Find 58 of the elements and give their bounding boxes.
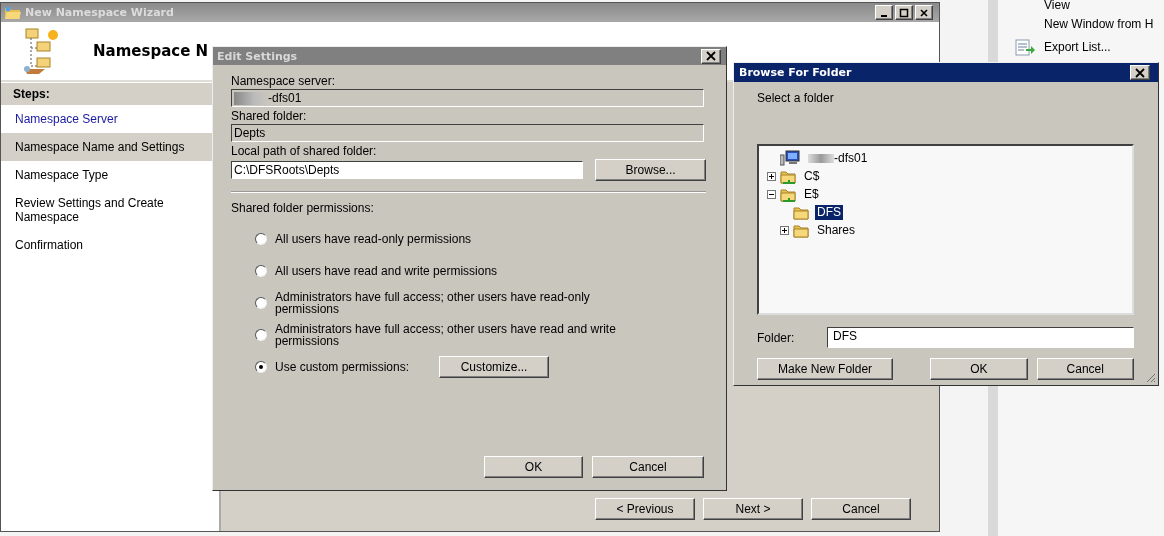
dialog-button[interactable]: Make New Folder	[757, 358, 894, 380]
close-button[interactable]	[701, 48, 721, 64]
close-icon	[706, 51, 716, 61]
radio-label: Use custom permissions:	[275, 361, 410, 373]
maximize-icon	[899, 7, 909, 18]
browse-button[interactable]: Browse...	[595, 159, 706, 181]
close-button[interactable]	[915, 5, 933, 20]
dialog-button[interactable]: Cancel	[592, 456, 704, 478]
resize-grip-icon	[1145, 372, 1156, 383]
close-icon	[1135, 67, 1145, 78]
maximize-button[interactable]	[895, 5, 913, 20]
expand-icon[interactable]	[767, 171, 776, 181]
collapse-icon[interactable]	[767, 189, 776, 199]
dialog-button[interactable]: OK	[484, 456, 583, 478]
page-heading: Namespace N	[93, 42, 209, 60]
minimize-icon	[881, 15, 887, 17]
tree-item[interactable]: Shares	[815, 222, 858, 238]
close-button[interactable]	[1130, 65, 1150, 80]
expand-icon[interactable]	[780, 225, 789, 235]
wizard-button[interactable]: Next >	[703, 498, 803, 520]
tree-item[interactable]: C$	[802, 168, 822, 184]
folders-icon	[4, 5, 22, 20]
dialog-button[interactable]: OK	[930, 358, 1028, 380]
field-label: Shared folder:	[231, 108, 308, 124]
radio-label: All users have read-only permissions	[275, 233, 473, 245]
close-icon	[919, 7, 929, 18]
field-label: Namespace server:	[231, 73, 337, 89]
radio-label: All users have read and write permissions	[275, 265, 499, 277]
tree-item[interactable]: E$	[802, 186, 821, 202]
computer-icon	[780, 150, 802, 166]
dialog-button[interactable]: Cancel	[1036, 358, 1134, 380]
radio-button[interactable]	[255, 233, 267, 245]
radio-button[interactable]	[255, 265, 267, 277]
radio-button[interactable]	[255, 329, 267, 341]
radio-label: Administrators have full access; other users have read-only permissions	[275, 291, 591, 315]
customize-button[interactable]: Customize...	[439, 356, 550, 378]
radio-button[interactable]	[255, 361, 267, 373]
tree-item[interactable]: -dfs01	[806, 150, 870, 166]
tree-item[interactable]: DFS	[815, 204, 843, 220]
dialog-title: Browse For Folder	[739, 66, 853, 79]
field-label: Folder:	[757, 330, 796, 345]
prompt-text: Select a folder	[757, 91, 835, 107]
dialog-title: Edit Settings	[217, 49, 299, 63]
action-item[interactable]: New Window from H	[1044, 16, 1154, 31]
radio-label: Administrators have full access; other users have read and write permissions	[275, 323, 617, 347]
text-field[interactable]: C:\DFSRoots\Depts	[231, 161, 584, 179]
field-label: Local path of shared folder:	[231, 143, 378, 159]
wizard-button[interactable]: < Previous	[595, 498, 695, 520]
wizard-button[interactable]: Cancel	[811, 498, 911, 520]
radio-button[interactable]	[255, 297, 267, 309]
section-label: Shared folder permissions:	[231, 201, 375, 215]
folder-field[interactable]: DFS	[827, 327, 1134, 348]
folder-tree[interactable]: -dfs01 C$ E$ DFS Shares	[757, 144, 1134, 315]
action-item[interactable]: Export List...	[1044, 39, 1111, 54]
list-export-icon	[1014, 37, 1036, 56]
action-item[interactable]: View	[1044, 0, 1070, 12]
window-title: New Namespace Wizard	[25, 6, 175, 19]
minimize-button[interactable]	[875, 5, 893, 20]
